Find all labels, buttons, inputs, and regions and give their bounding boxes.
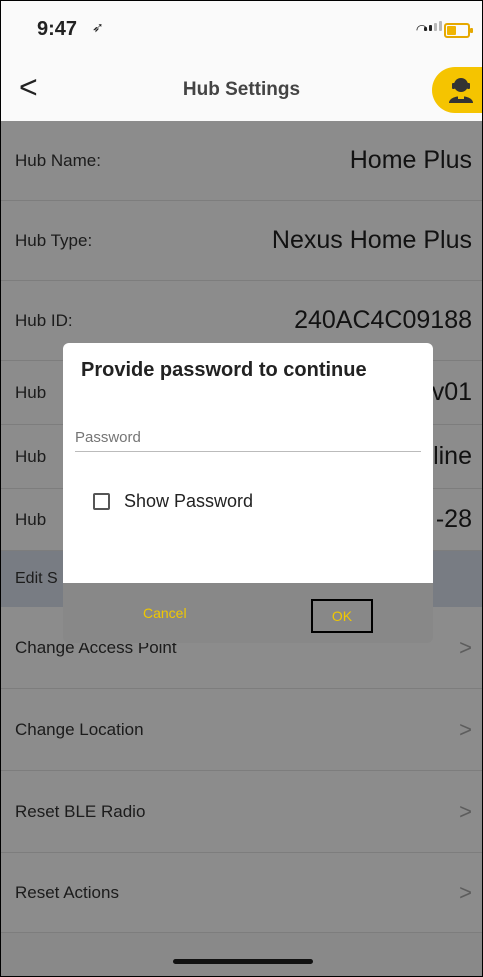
support-agent-icon: [449, 78, 473, 103]
password-dialog: Provide password to continue Show Passwo…: [63, 343, 433, 643]
signal-icon: [424, 21, 442, 31]
status-time: 9:47: [37, 18, 78, 40]
status-bar: 9:47 ➶ ◠: [1, 1, 482, 57]
dialog-actions: Cancel OK: [63, 583, 433, 643]
show-password-label: Show Password: [124, 491, 254, 511]
checkbox-icon[interactable]: [93, 493, 110, 510]
show-password-checkbox[interactable]: Show Password: [93, 491, 253, 512]
page-title: Hub Settings: [182, 79, 301, 100]
location-arrow-icon: ➶: [92, 19, 104, 35]
dialog-body: Provide password to continue Show Passwo…: [63, 343, 433, 583]
support-button[interactable]: [432, 67, 482, 113]
password-input[interactable]: [75, 423, 421, 452]
app-screen: 9:47 ➶ ◠ < Hub Settings Hub Name: Home P…: [0, 0, 483, 977]
nav-bar: < Hub Settings: [1, 57, 482, 121]
battery-icon: [444, 23, 473, 38]
dialog-title: Provide password to continue: [81, 359, 367, 381]
home-indicator: [173, 959, 313, 964]
ok-button[interactable]: OK: [311, 599, 373, 633]
cancel-button[interactable]: Cancel: [143, 605, 187, 621]
